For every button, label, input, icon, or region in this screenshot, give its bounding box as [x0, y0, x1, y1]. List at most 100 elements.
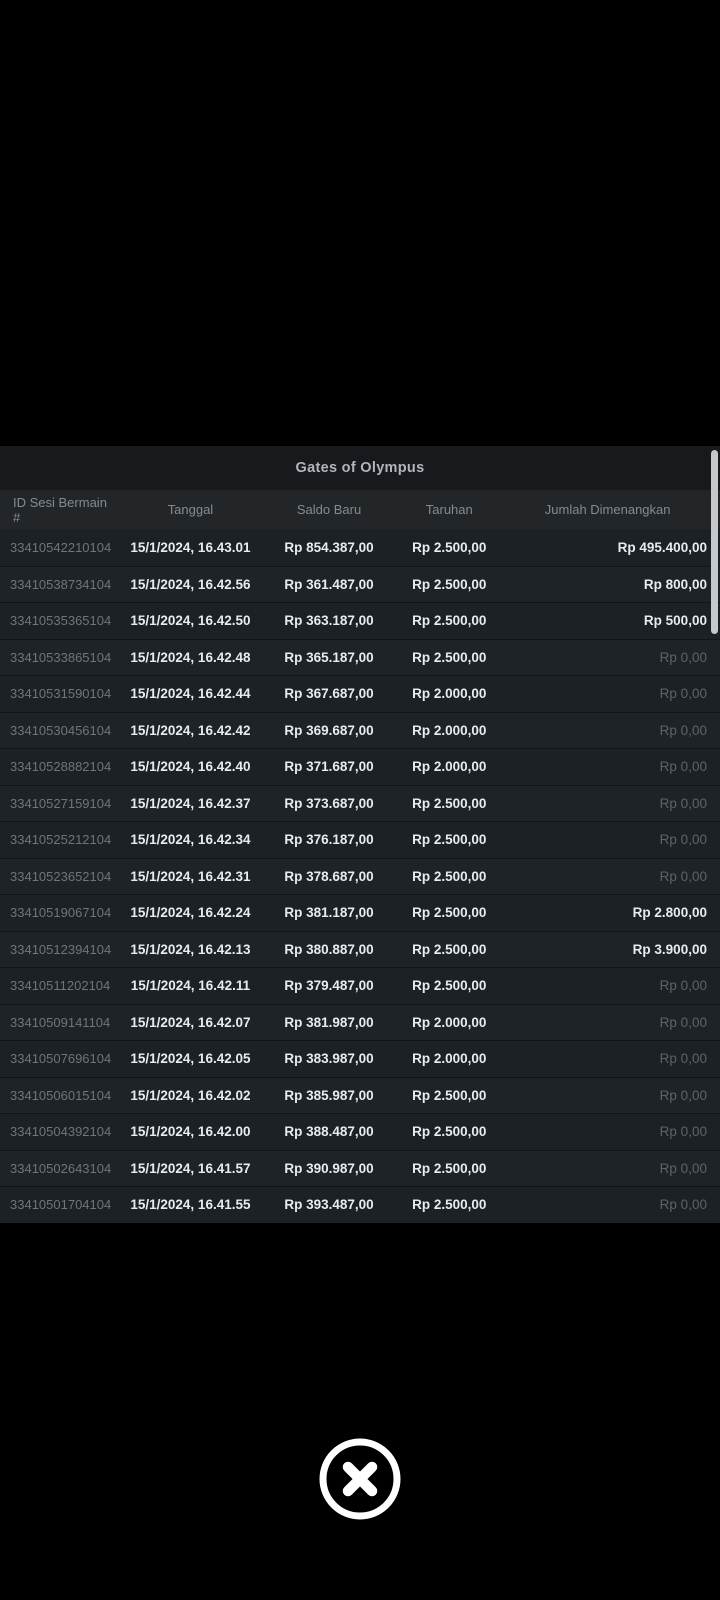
table-row: 33410512394104 15/1/2024, 16.42.13 Rp 380.…	[0, 930, 720, 967]
table-row: 33410535365104 15/1/2024, 16.42.50 Rp 363.…	[0, 602, 720, 639]
cell-bet: Rp 2.000,00	[412, 686, 487, 702]
cell-balance: Rp 361.487,00	[284, 576, 374, 592]
cell-bet: Rp 2.500,00	[412, 832, 487, 848]
panel-titlebar: Gates of Olympus	[0, 446, 720, 490]
cell-id: 33410538734104	[10, 576, 112, 592]
cell-bet: Rp 2.000,00	[412, 722, 487, 738]
table-row: 33410507696104 15/1/2024, 16.42.05 Rp 383.…	[0, 1040, 720, 1077]
table-row: 33410504392104 15/1/2024, 16.42.00 Rp 388.…	[0, 1113, 720, 1150]
cell-balance: Rp 388.487,00	[284, 1124, 374, 1140]
cell-bet: Rp 2.000,00	[412, 1051, 487, 1067]
cell-id: 33410511202104	[10, 978, 111, 994]
table-row: 33410525212104 15/1/2024, 16.42.34 Rp 376.…	[0, 821, 720, 858]
cell-balance: Rp 371.687,00	[284, 759, 374, 775]
cell-win: Rp 0,00	[659, 868, 707, 884]
cell-id: 33410525212104	[10, 832, 112, 848]
table-row: 33410531590104 15/1/2024, 16.42.44 Rp 367.…	[0, 675, 720, 712]
cell-id: 33410531590104	[10, 686, 112, 702]
cell-bet: Rp 2.500,00	[412, 613, 487, 629]
cell-date: 15/1/2024, 16.42.48	[130, 649, 251, 665]
cell-date: 15/1/2024, 16.42.40	[130, 759, 251, 775]
cell-date: 15/1/2024, 16.42.50	[130, 613, 251, 629]
cell-id: 33410506015104	[10, 1087, 112, 1103]
cell-date: 15/1/2024, 16.42.31	[130, 868, 251, 884]
cell-balance: Rp 379.487,00	[284, 978, 374, 994]
cell-date: 15/1/2024, 16.42.13	[130, 941, 251, 957]
close-button[interactable]	[318, 1437, 402, 1521]
screen: Gates of Olympus ID Sesi Bermain # Tangga…	[0, 0, 720, 1600]
cell-win: Rp 0,00	[659, 1087, 707, 1103]
cell-win: Rp 0,00	[659, 649, 707, 665]
cell-date: 15/1/2024, 16.42.07	[130, 1014, 251, 1030]
column-header-id: ID Sesi Bermain #	[13, 494, 107, 525]
table-row: 33410523652104 15/1/2024, 16.42.31 Rp 378.…	[0, 857, 720, 894]
cell-win: Rp 0,00	[659, 686, 707, 702]
cell-bet: Rp 2.500,00	[412, 795, 487, 811]
cell-win: Rp 0,00	[659, 759, 707, 775]
cell-win: Rp 495.400,00	[617, 539, 707, 555]
cell-balance: Rp 381.187,00	[284, 905, 374, 921]
cell-bet: Rp 2.500,00	[412, 1124, 487, 1140]
cell-win: Rp 0,00	[659, 1197, 707, 1213]
cell-date: 15/1/2024, 16.42.24	[130, 905, 251, 921]
cell-id: 33410535365104	[10, 613, 112, 629]
cell-bet: Rp 2.500,00	[412, 576, 487, 592]
cell-id: 33410527159104	[10, 795, 112, 811]
table-row: 33410530456104 15/1/2024, 16.42.42 Rp 369.…	[0, 711, 720, 748]
cell-balance: Rp 363.187,00	[284, 613, 374, 629]
cell-date: 15/1/2024, 16.41.55	[130, 1197, 251, 1213]
cell-win: Rp 0,00	[659, 978, 707, 994]
cell-date: 15/1/2024, 16.42.56	[130, 576, 251, 592]
cell-bet: Rp 2.500,00	[412, 539, 487, 555]
cell-date: 15/1/2024, 16.42.42	[130, 722, 251, 738]
cell-bet: Rp 2.000,00	[412, 1014, 487, 1030]
cell-balance: Rp 365.187,00	[284, 649, 374, 665]
close-icon	[319, 1438, 401, 1520]
cell-balance: Rp 385.987,00	[284, 1087, 374, 1103]
cell-win: Rp 0,00	[659, 832, 707, 848]
cell-date: 15/1/2024, 16.42.02	[130, 1087, 251, 1103]
game-history-panel: Gates of Olympus ID Sesi Bermain # Tangga…	[0, 446, 720, 1223]
table-row: 33410533865104 15/1/2024, 16.42.48 Rp 365.…	[0, 638, 720, 675]
cell-win: Rp 0,00	[659, 795, 707, 811]
cell-bet: Rp 2.500,00	[412, 1160, 487, 1176]
table-row: 33410506015104 15/1/2024, 16.42.02 Rp 385.…	[0, 1076, 720, 1113]
cell-id: 33410530456104	[10, 722, 112, 738]
cell-date: 15/1/2024, 16.42.37	[130, 795, 251, 811]
table-row: 33410538734104 15/1/2024, 16.42.56 Rp 361.…	[0, 565, 720, 602]
column-header-bet: Taruhan	[425, 502, 473, 517]
cell-balance: Rp 378.687,00	[284, 868, 374, 884]
cell-balance: Rp 369.687,00	[284, 722, 374, 738]
table-header-row: ID Sesi Bermain # Tanggal Saldo Baru Taruha…	[0, 490, 720, 529]
table-row: 33410527159104 15/1/2024, 16.42.37 Rp 373.…	[0, 784, 720, 821]
cell-bet: Rp 2.000,00	[412, 759, 487, 775]
cell-win: Rp 2.800,00	[632, 905, 707, 921]
cell-id: 33410542210104	[10, 539, 112, 555]
cell-win: Rp 0,00	[659, 722, 707, 738]
table-row: 33410502643104 15/1/2024, 16.41.57 Rp 390.…	[0, 1149, 720, 1186]
cell-id: 33410509141104	[10, 1014, 111, 1030]
cell-balance: Rp 854.387,00	[284, 539, 374, 555]
table-body[interactable]: 33410542210104 15/1/2024, 16.43.01 Rp 854.…	[0, 529, 720, 1223]
cell-balance: Rp 367.687,00	[284, 686, 374, 702]
cell-balance: Rp 383.987,00	[284, 1051, 374, 1067]
cell-bet: Rp 2.500,00	[412, 905, 487, 921]
cell-date: 15/1/2024, 16.43.01	[130, 539, 251, 555]
cell-id: 33410533865104	[10, 649, 112, 665]
column-header-balance: Saldo Baru	[296, 502, 362, 517]
cell-date: 15/1/2024, 16.42.44	[130, 686, 251, 702]
cell-balance: Rp 390.987,00	[284, 1160, 374, 1176]
scrollbar-thumb[interactable]	[711, 450, 718, 634]
cell-bet: Rp 2.500,00	[412, 941, 487, 957]
cell-id: 33410523652104	[10, 868, 112, 884]
cell-win: Rp 0,00	[659, 1124, 707, 1140]
table-row: 33410511202104 15/1/2024, 16.42.11 Rp 379.…	[0, 967, 720, 1004]
cell-date: 15/1/2024, 16.41.57	[130, 1160, 251, 1176]
cell-win: Rp 0,00	[659, 1051, 707, 1067]
cell-bet: Rp 2.500,00	[412, 649, 487, 665]
cell-balance: Rp 393.487,00	[284, 1197, 374, 1213]
cell-balance: Rp 381.987,00	[284, 1014, 374, 1030]
table-row: 33410501704104 15/1/2024, 16.41.55 Rp 393.…	[0, 1186, 720, 1223]
cell-date: 15/1/2024, 16.42.05	[130, 1051, 251, 1067]
cell-win: Rp 500,00	[643, 613, 707, 629]
